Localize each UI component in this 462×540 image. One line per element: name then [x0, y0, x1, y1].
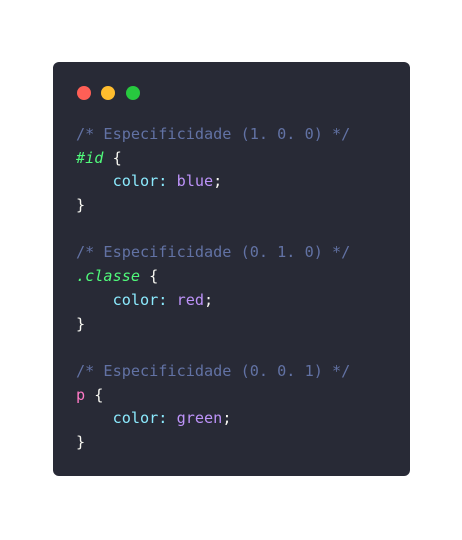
- rule-close: }: [76, 196, 86, 215]
- minimize-dot-icon: [101, 86, 115, 100]
- code-block: /* Especificidade (1. 0. 0) */ #id { col…: [76, 123, 350, 455]
- declaration: color: green;: [76, 407, 350, 431]
- brace: {: [103, 148, 122, 167]
- semicolon: ;: [213, 172, 223, 191]
- selector: .classe: [76, 267, 141, 286]
- selector: p: [76, 385, 86, 404]
- semicolon: ;: [222, 409, 232, 428]
- property: color: [112, 409, 159, 428]
- property: color: [112, 172, 159, 191]
- close-dot-icon: [77, 86, 91, 100]
- comment: /* Especificidade (1. 0. 0) */: [76, 125, 351, 143]
- brace: {: [140, 267, 159, 286]
- declaration: color: blue;: [76, 170, 350, 194]
- comment: /* Especificidade (0. 0. 1) */: [76, 361, 351, 380]
- selector: #id: [76, 148, 104, 167]
- colon: :: [158, 409, 177, 428]
- brace: {: [85, 385, 104, 404]
- rule-open: #id {: [76, 147, 350, 171]
- colon: :: [158, 172, 177, 191]
- semicolon: ;: [204, 290, 214, 309]
- colon: :: [158, 290, 177, 309]
- value: green: [176, 409, 223, 428]
- code-window: /* Especificidade (1. 0. 0) */ #id { col…: [53, 62, 410, 476]
- maximize-dot-icon: [126, 86, 140, 100]
- comment: /* Especificidade (0. 1. 0) */: [76, 243, 351, 262]
- property: color: [112, 290, 159, 309]
- declaration: color: red;: [76, 289, 350, 313]
- value: red: [176, 290, 205, 309]
- rule-open: p {: [76, 384, 350, 408]
- rule-close: }: [76, 314, 86, 333]
- rule-close: }: [76, 432, 86, 451]
- value: blue: [176, 172, 214, 191]
- rule-open: .classe {: [76, 265, 350, 289]
